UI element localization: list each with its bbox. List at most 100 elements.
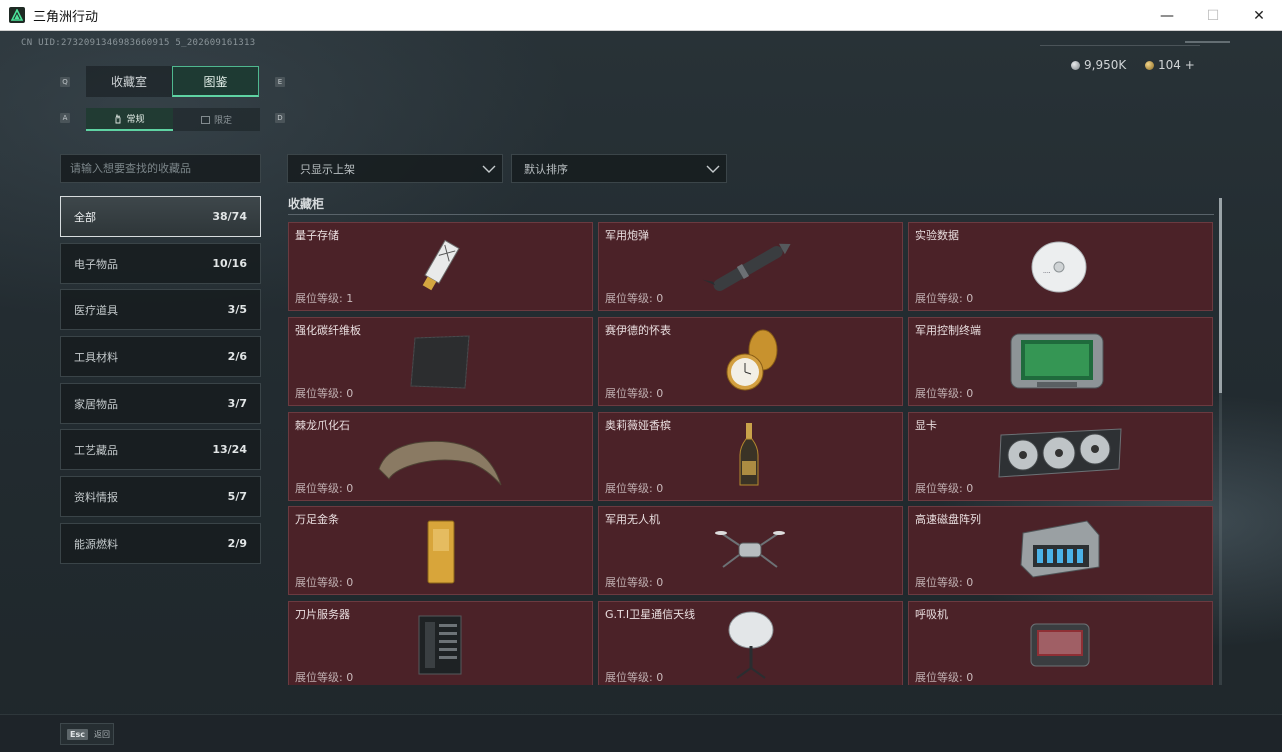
collection-card[interactable]: 奥莉薇娅香槟 展位等级: 0 bbox=[598, 412, 903, 501]
collection-card[interactable]: 万足金条 展位等级: 0 bbox=[288, 506, 593, 595]
silver-coin-icon bbox=[1071, 60, 1080, 70]
category-count: 10/16 bbox=[212, 257, 247, 270]
collection-card[interactable]: 军用控制终端 展位等级: 0 bbox=[908, 317, 1213, 406]
key-hint-q: Q bbox=[60, 77, 70, 87]
category-count: 3/7 bbox=[227, 397, 247, 410]
item-level: 展位等级: 0 bbox=[915, 292, 974, 305]
section-divider bbox=[288, 214, 1214, 215]
app-logo-icon bbox=[9, 7, 25, 23]
collection-card[interactable]: 呼吸机 展位等级: 0 bbox=[908, 601, 1213, 685]
item-name: 赛伊德的怀表 bbox=[605, 324, 671, 337]
key-hint-d: D bbox=[275, 113, 285, 123]
category-count: 3/5 bbox=[227, 303, 247, 316]
svg-text:....: .... bbox=[1043, 268, 1051, 275]
collection-card[interactable]: 军用无人机 展位等级: 0 bbox=[598, 506, 903, 595]
disk-array-icon bbox=[1020, 520, 1100, 578]
item-level: 展位等级: 0 bbox=[605, 576, 664, 589]
category-label: 医疗道具 bbox=[74, 303, 118, 317]
drone-icon bbox=[715, 531, 785, 568]
silver-currency: 9,950K bbox=[1071, 58, 1126, 72]
item-name: 军用控制终端 bbox=[915, 324, 981, 337]
category-label: 工具材料 bbox=[74, 350, 118, 364]
category-all[interactable]: 全部 38/74 bbox=[60, 196, 261, 237]
tab-catalog[interactable]: 图鉴 bbox=[172, 66, 259, 97]
close-button[interactable]: ✕ bbox=[1236, 0, 1282, 31]
item-level: 展位等级: 0 bbox=[605, 482, 664, 495]
chevron-down-icon bbox=[706, 165, 720, 173]
subtab-limited[interactable]: 限定 bbox=[173, 108, 260, 131]
blade-server-icon bbox=[418, 615, 462, 675]
category-tools[interactable]: 工具材料 2/6 bbox=[60, 336, 261, 377]
category-count: 2/6 bbox=[227, 350, 247, 363]
subtab-limited-label: 限定 bbox=[213, 116, 232, 126]
collection-card[interactable]: 赛伊德的怀表 展位等级: 0 bbox=[598, 317, 903, 406]
silver-amount: 9,950K bbox=[1084, 58, 1127, 72]
collection-card[interactable]: G.T.I卫星通信天线 展位等级: 0 bbox=[598, 601, 903, 685]
collection-card[interactable]: 棘龙爪化石 展位等级: 0 bbox=[288, 412, 593, 501]
missile-icon bbox=[702, 243, 791, 291]
category-label: 全部 bbox=[74, 210, 96, 224]
tab-collection-room[interactable]: 收藏室 bbox=[86, 66, 172, 97]
collection-card[interactable]: 刀片服务器 展位等级: 0 bbox=[288, 601, 593, 685]
item-level: 展位等级: 0 bbox=[295, 671, 354, 684]
gold-amount: 104 + bbox=[1158, 58, 1195, 72]
item-name: 强化碳纤维板 bbox=[295, 324, 361, 337]
shelf-filter-dropdown[interactable]: 只显示上架 bbox=[287, 154, 503, 183]
category-count: 13/24 bbox=[212, 443, 247, 456]
category-intel[interactable]: 资料情报 5/7 bbox=[60, 476, 261, 517]
esc-key-label: Esc bbox=[67, 728, 88, 740]
category-crafts[interactable]: 工艺藏品 13/24 bbox=[60, 429, 261, 470]
item-level: 展位等级: 0 bbox=[915, 387, 974, 400]
collection-card[interactable]: 军用炮弹 展位等级: 0 bbox=[598, 222, 903, 311]
item-name: 棘龙爪化石 bbox=[295, 419, 350, 432]
collection-search[interactable] bbox=[60, 154, 261, 183]
category-count: 2/9 bbox=[227, 537, 247, 550]
sort-value: 默认排序 bbox=[524, 162, 568, 176]
maximize-button[interactable]: ☐ bbox=[1190, 0, 1236, 31]
decorative-line bbox=[1185, 41, 1230, 43]
item-name: 军用炮弹 bbox=[605, 229, 649, 242]
minimize-button[interactable]: — bbox=[1144, 0, 1190, 31]
collection-card[interactable]: 实验数据 .... 展位等级: 0 bbox=[908, 222, 1213, 311]
collection-card[interactable]: 高速磁盘阵列 展位等级: 0 bbox=[908, 506, 1213, 595]
category-count: 5/7 bbox=[227, 490, 247, 503]
item-name: 万足金条 bbox=[295, 513, 339, 526]
item-level: 展位等级: 0 bbox=[605, 671, 664, 684]
footer-bar: Esc 返回 bbox=[0, 714, 1282, 752]
key-hint-a: A bbox=[60, 113, 70, 123]
chevron-down-icon bbox=[482, 165, 496, 173]
item-name: 奥莉薇娅香槟 bbox=[605, 419, 671, 432]
collection-card[interactable]: 强化碳纤维板 展位等级: 0 bbox=[288, 317, 593, 406]
gold-currency[interactable]: 104 + bbox=[1145, 58, 1195, 72]
item-name: 高速磁盘阵列 bbox=[915, 513, 981, 526]
usb-drive-icon bbox=[422, 239, 460, 291]
category-count: 38/74 bbox=[212, 210, 247, 223]
item-level: 展位等级: 0 bbox=[295, 387, 354, 400]
window-titlebar: 三角洲行动 — ☐ ✕ bbox=[0, 0, 1282, 31]
graphics-card-icon bbox=[998, 428, 1122, 478]
sort-dropdown[interactable]: 默认排序 bbox=[511, 154, 727, 183]
item-level: 展位等级: 0 bbox=[605, 387, 664, 400]
satellite-dish-icon bbox=[728, 611, 774, 679]
item-name: 呼吸机 bbox=[915, 608, 948, 621]
category-label: 工艺藏品 bbox=[74, 443, 118, 457]
search-input[interactable] bbox=[70, 162, 250, 175]
scrollbar-thumb[interactable] bbox=[1219, 198, 1222, 393]
subtab-regular-label: 常规 bbox=[126, 115, 145, 125]
category-label: 能源燃料 bbox=[74, 537, 118, 551]
category-label: 家居物品 bbox=[74, 397, 118, 411]
back-button[interactable]: Esc 返回 bbox=[60, 723, 114, 745]
category-electronics[interactable]: 电子物品 10/16 bbox=[60, 243, 261, 284]
item-level: 展位等级: 0 bbox=[295, 576, 354, 589]
key-hint-e: E bbox=[275, 77, 285, 87]
item-level: 展位等级: 0 bbox=[605, 292, 664, 305]
disc-icon: .... bbox=[1031, 241, 1087, 293]
subtab-regular[interactable]: 常规 bbox=[86, 108, 173, 131]
collection-card[interactable]: 量子存储 展位等级: 1 bbox=[288, 222, 593, 311]
category-fuel[interactable]: 能源燃料 2/9 bbox=[60, 523, 261, 564]
collection-card[interactable]: 显卡 展位等级: 0 bbox=[908, 412, 1213, 501]
category-medical[interactable]: 医疗道具 3/5 bbox=[60, 289, 261, 330]
game-view: CN UID:2732091346983660915 5_20260916131… bbox=[0, 31, 1282, 752]
user-uid: CN UID:2732091346983660915 5_20260916131… bbox=[21, 38, 256, 48]
category-household[interactable]: 家居物品 3/7 bbox=[60, 383, 261, 424]
